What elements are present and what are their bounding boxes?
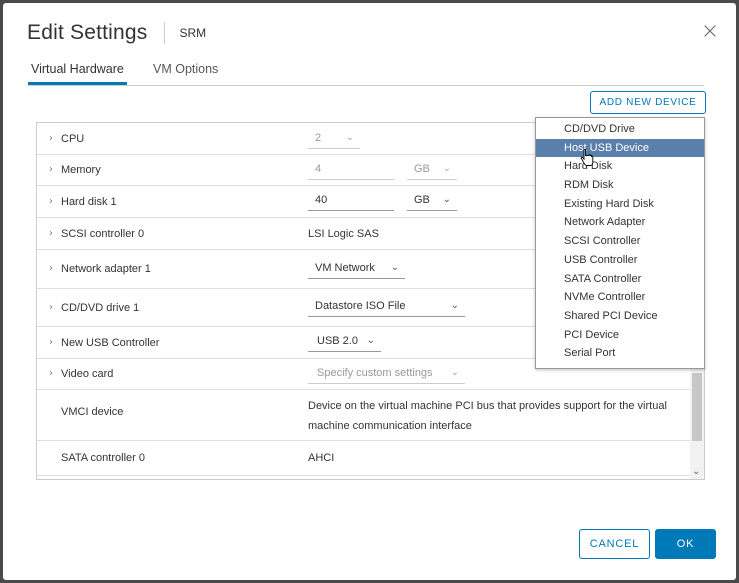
- close-icon[interactable]: ×: [700, 21, 720, 43]
- menu-item-sata-controller[interactable]: SATA Controller: [536, 270, 704, 289]
- chevron-right-icon[interactable]: ›: [49, 195, 53, 206]
- disk-unit: GB: [414, 194, 430, 206]
- chevron-right-icon[interactable]: ›: [49, 336, 53, 347]
- menu-item-cd-dvd-drive[interactable]: CD/DVD Drive: [536, 120, 704, 139]
- chevron-right-icon[interactable]: ›: [49, 132, 53, 143]
- dialog-header: Edit Settings SRM: [27, 21, 206, 45]
- cancel-button[interactable]: CANCEL: [579, 529, 650, 559]
- menu-item-scsi-controller[interactable]: SCSI Controller: [536, 232, 704, 251]
- menu-item-hard-disk[interactable]: Hard Disk: [536, 157, 704, 176]
- chevron-down-icon: ⌄: [390, 262, 399, 273]
- chevron-down-icon: ⌄: [366, 335, 375, 346]
- ok-button[interactable]: OK: [655, 529, 716, 559]
- chevron-right-icon[interactable]: ›: [49, 227, 53, 238]
- cdvd-value: Datastore ISO File: [315, 300, 406, 312]
- cpu-select[interactable]: 2 ⌄: [308, 129, 360, 149]
- menu-item-rdm-disk[interactable]: RDM Disk: [536, 176, 704, 195]
- usb-label: New USB Controller: [61, 336, 160, 349]
- chevron-down-icon: ⌄: [442, 194, 451, 205]
- chevron-down-icon: ⌄: [450, 367, 459, 378]
- menu-item-network-adapter[interactable]: Network Adapter: [536, 213, 704, 232]
- network-label: Network adapter 1: [61, 263, 151, 275]
- tab-bar: Virtual Hardware VM Options: [28, 59, 704, 86]
- network-value: VM Network: [315, 262, 375, 274]
- disk-size-value: 40: [315, 194, 328, 206]
- usb-select[interactable]: USB 2.0 ⌄: [308, 332, 381, 352]
- menu-item-serial-port[interactable]: Serial Port: [536, 344, 704, 363]
- cdvd-label: CD/DVD drive 1: [61, 301, 140, 314]
- hand-pointer-icon: [580, 149, 594, 166]
- memory-input[interactable]: 4: [308, 160, 394, 180]
- chevron-down-icon[interactable]: ⌄: [692, 466, 700, 477]
- title-separator: [163, 22, 165, 44]
- scrollbar-thumb[interactable]: [692, 373, 702, 441]
- memory-unit: GB: [414, 163, 430, 175]
- cpu-label: CPU: [61, 132, 85, 145]
- hard-disk-label: Hard disk 1: [61, 195, 117, 208]
- scsi-value: LSI Logic SAS: [308, 227, 379, 240]
- chevron-down-icon: ⌄: [345, 132, 354, 143]
- video-label: Video card: [61, 368, 114, 380]
- disk-size-input[interactable]: 40: [308, 191, 394, 211]
- cdvd-select[interactable]: Datastore ISO File ⌄: [308, 297, 465, 317]
- memory-label: Memory: [61, 164, 101, 176]
- add-device-menu: CD/DVD Drive Host USB Device Hard Disk R…: [535, 117, 705, 369]
- menu-item-usb-controller[interactable]: USB Controller: [536, 251, 704, 270]
- menu-item-shared-pci-device[interactable]: Shared PCI Device: [536, 307, 704, 326]
- chevron-right-icon[interactable]: ›: [49, 164, 53, 175]
- menu-item-pci-device[interactable]: PCI Device: [536, 326, 704, 345]
- scsi-label: SCSI controller 0: [61, 227, 145, 240]
- disk-unit-select[interactable]: GB ⌄: [407, 191, 457, 211]
- memory-unit-select[interactable]: GB ⌄: [407, 160, 457, 180]
- chevron-down-icon: ⌄: [442, 163, 451, 174]
- edit-settings-dialog: Edit Settings SRM × Virtual Hardware VM …: [3, 3, 736, 580]
- vmci-description: Device on the virtual machine PCI bus th…: [308, 400, 667, 432]
- memory-value: 4: [315, 163, 322, 175]
- sata-value: AHCI: [308, 452, 335, 464]
- cpu-value: 2: [315, 132, 322, 144]
- menu-item-nvme-controller[interactable]: NVMe Controller: [536, 288, 704, 307]
- chevron-right-icon[interactable]: ›: [49, 368, 53, 379]
- usb-value: USB 2.0: [317, 335, 358, 347]
- menu-item-host-usb-device[interactable]: Host USB Device: [536, 138, 704, 158]
- network-select[interactable]: VM Network ⌄: [308, 259, 405, 279]
- video-select[interactable]: Specify custom settings ⌄: [308, 364, 465, 384]
- vmci-label: VMCI device: [61, 406, 124, 418]
- tab-vm-options[interactable]: VM Options: [153, 62, 218, 76]
- chevron-right-icon[interactable]: ›: [49, 301, 53, 312]
- vm-name: SRM: [179, 26, 207, 40]
- chevron-down-icon: ⌄: [450, 300, 459, 311]
- row-sata-controller: SATA controller 0 AHCI: [37, 441, 690, 476]
- row-vmci-device: VMCI device Device on the virtual machin…: [37, 390, 690, 441]
- dialog-title: Edit Settings: [27, 21, 148, 44]
- video-value: Specify custom settings: [317, 367, 433, 379]
- add-new-device-button[interactable]: ADD NEW DEVICE: [590, 91, 706, 114]
- tab-virtual-hardware[interactable]: Virtual Hardware: [28, 62, 127, 85]
- sata-label: SATA controller 0: [61, 452, 145, 464]
- chevron-right-icon[interactable]: ›: [49, 263, 53, 274]
- menu-item-existing-hard-disk[interactable]: Existing Hard Disk: [536, 195, 704, 214]
